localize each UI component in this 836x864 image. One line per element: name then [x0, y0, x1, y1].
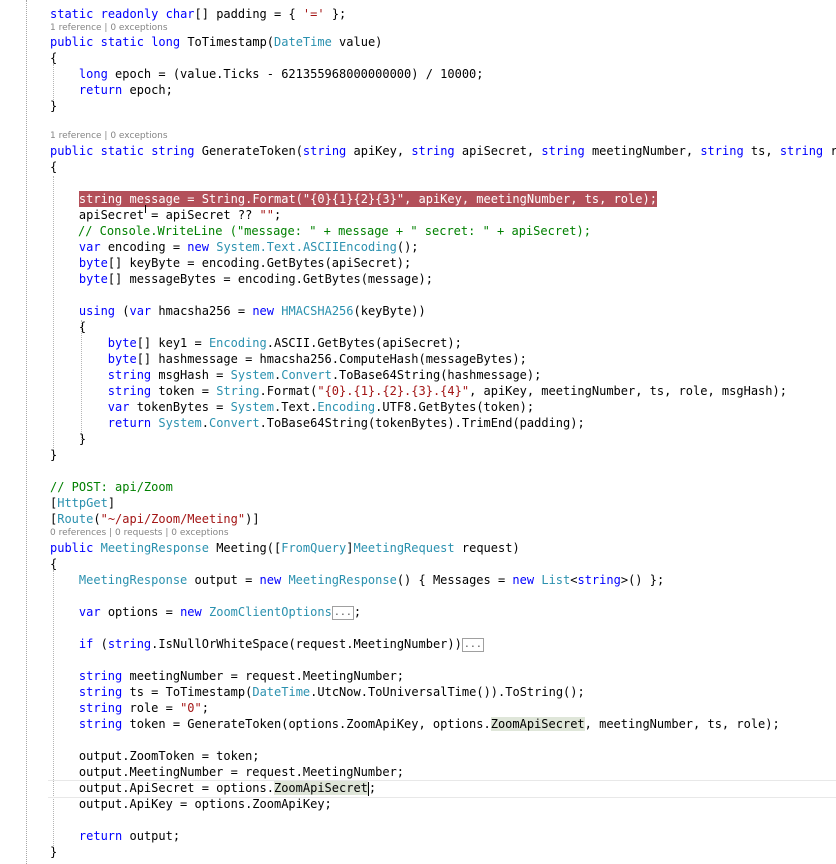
code-line-if[interactable]: if (string.IsNullOrWhiteSpace(request.Me…: [50, 636, 484, 652]
code-line-padding[interactable]: static readonly char[] padding = { '=' }…: [50, 6, 346, 22]
code-line-options[interactable]: var options = new ZoomClientOptions...;: [50, 604, 361, 620]
code-line-brace-close[interactable]: }: [50, 431, 86, 447]
codelens-generate-token[interactable]: 1 reference | 0 exceptions: [50, 131, 168, 142]
code-line-api-secret[interactable]: apiSecret = apiSecret ?? "";: [50, 207, 281, 223]
code-editor[interactable]: static readonly char[] padding = { '=' }…: [0, 0, 836, 864]
code-line-token[interactable]: string token = String.Format("{0}.{1}.{2…: [50, 383, 787, 399]
code-line-out-apisecret[interactable]: output.ApiSecret = options.ZoomApiSecret…: [50, 780, 376, 796]
code-line-brace-open[interactable]: {: [50, 319, 86, 335]
breakpoint-highlight[interactable]: string message = String.Format("{0}{1}{2…: [78, 191, 657, 207]
code-line-messagebytes[interactable]: byte[] messageBytes = encoding.GetBytes(…: [50, 271, 433, 287]
code-line-return-epoch[interactable]: return epoch;: [50, 82, 173, 98]
code-line-role[interactable]: string role = "0";: [50, 700, 209, 716]
code-line-brace-close[interactable]: }: [50, 447, 57, 463]
code-line-return-token[interactable]: return System.Convert.ToBase64String(tok…: [50, 415, 585, 431]
code-line-tokenbytes[interactable]: var tokenBytes = System.Text.Encoding.UT…: [50, 399, 534, 415]
code-line-to-timestamp-signature[interactable]: public static long ToTimestamp(DateTime …: [50, 34, 382, 50]
code-line-key1[interactable]: byte[] key1 = Encoding.ASCII.GetBytes(ap…: [50, 335, 462, 351]
code-line-brace-close[interactable]: }: [50, 98, 57, 114]
code-line-brace-open[interactable]: {: [50, 556, 57, 572]
code-line-output[interactable]: MeetingResponse output = new MeetingResp…: [50, 572, 664, 588]
code-line-console-comment[interactable]: // Console.WriteLine ("message: " + mess…: [78, 223, 591, 239]
code-line-hashmessage[interactable]: byte[] hashmessage = hmacsha256.ComputeH…: [50, 351, 527, 367]
code-line-out-meetingnumber[interactable]: output.MeetingNumber = request.MeetingNu…: [50, 764, 404, 780]
code-line-generate-token-signature[interactable]: public static string GenerateToken(strin…: [50, 143, 836, 159]
code-line-out-apikey[interactable]: output.ApiKey = options.ZoomApiKey;: [50, 796, 332, 812]
code-line-meetingnumber[interactable]: string meetingNumber = request.MeetingNu…: [50, 668, 404, 684]
code-line-encoding[interactable]: var encoding = new System.Text.ASCIIEnco…: [50, 239, 419, 255]
code-line-epoch[interactable]: long epoch = (value.Ticks - 621355968000…: [50, 66, 484, 82]
margin-rule: [26, 0, 27, 864]
code-line-return-output[interactable]: return output;: [50, 828, 180, 844]
reference-highlight: ZoomApiSecret: [273, 781, 368, 795]
code-line-brace-open[interactable]: {: [50, 159, 57, 175]
code-line-brace-close[interactable]: }: [50, 844, 57, 860]
code-line-keybyte[interactable]: byte[] keyByte = encoding.GetBytes(apiSe…: [50, 255, 411, 271]
code-line-message[interactable]: string message = String.Format("{0}{1}{2…: [50, 191, 657, 207]
codelens-to-timestamp[interactable]: 1 reference | 0 exceptions: [50, 23, 168, 34]
codelens-meeting[interactable]: 0 references | 0 requests | 0 exceptions: [50, 528, 229, 539]
collapsed-region-button[interactable]: ...: [331, 605, 354, 620]
reference-highlight: ZoomApiSecret: [490, 717, 585, 731]
code-line-using[interactable]: using (var hmacsha256 = new HMACSHA256(k…: [50, 303, 426, 319]
code-line-route[interactable]: [Route("~/api/Zoom/Meeting")]: [50, 511, 260, 527]
code-line-meeting-signature[interactable]: public MeetingResponse Meeting([FromQuer…: [50, 540, 520, 556]
code-line-httpget[interactable]: [HttpGet]: [50, 495, 115, 511]
code-line-generate-token-call[interactable]: string token = GenerateToken(options.Zoo…: [50, 716, 780, 732]
mouse-cursor: [145, 205, 153, 213]
code-line-msghash[interactable]: string msgHash = System.Convert.ToBase64…: [50, 367, 542, 383]
code-line-post-comment[interactable]: // POST: api/Zoom: [50, 479, 173, 495]
collapsed-region-button[interactable]: ...: [461, 637, 484, 652]
code-line-brace-open[interactable]: {: [50, 50, 57, 66]
code-line-ts[interactable]: string ts = ToTimestamp(DateTime.UtcNow.…: [50, 684, 585, 700]
code-line-zoomtoken[interactable]: output.ZoomToken = token;: [50, 748, 260, 764]
